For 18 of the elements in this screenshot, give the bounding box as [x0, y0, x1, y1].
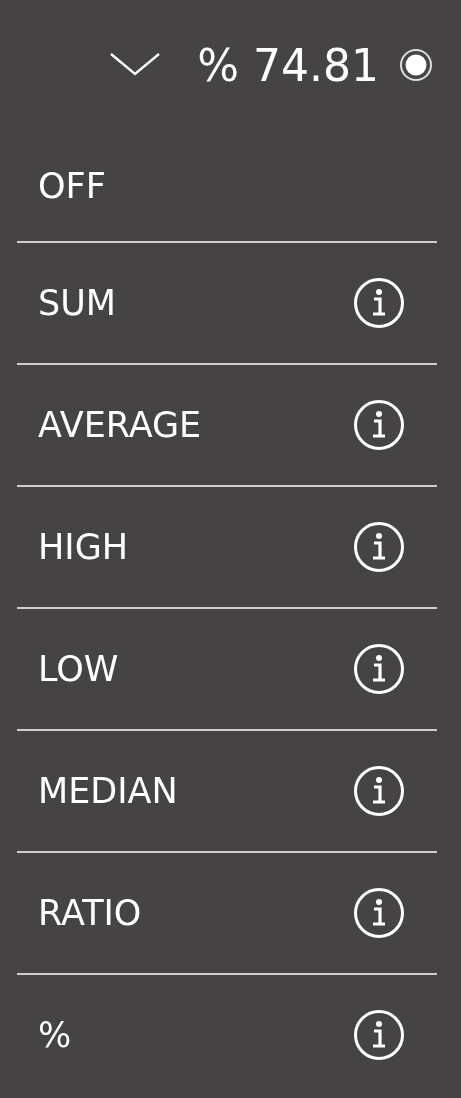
menu-item[interactable]: RATIO [17, 851, 437, 973]
menu-item[interactable]: % [17, 973, 437, 1095]
chevron-down-icon[interactable] [109, 52, 162, 78]
info-icon[interactable] [353, 521, 405, 573]
info-icon[interactable] [353, 1009, 405, 1061]
menu-item[interactable]: MEDIAN [17, 729, 437, 851]
menu-item[interactable]: LOW [17, 607, 437, 729]
menu-item[interactable]: AVERAGE [17, 363, 437, 485]
info-icon[interactable] [353, 643, 405, 695]
info-icon[interactable] [353, 399, 405, 451]
header-value: % 74.81 [197, 39, 379, 91]
info-icon[interactable] [353, 277, 405, 329]
menu-item[interactable]: OFF [17, 130, 437, 241]
info-icon[interactable] [353, 765, 405, 817]
radio-icon[interactable] [399, 48, 433, 82]
info-icon[interactable] [353, 887, 405, 939]
menu-item[interactable]: HIGH [17, 485, 437, 607]
menu-item[interactable]: SUM [17, 241, 437, 363]
